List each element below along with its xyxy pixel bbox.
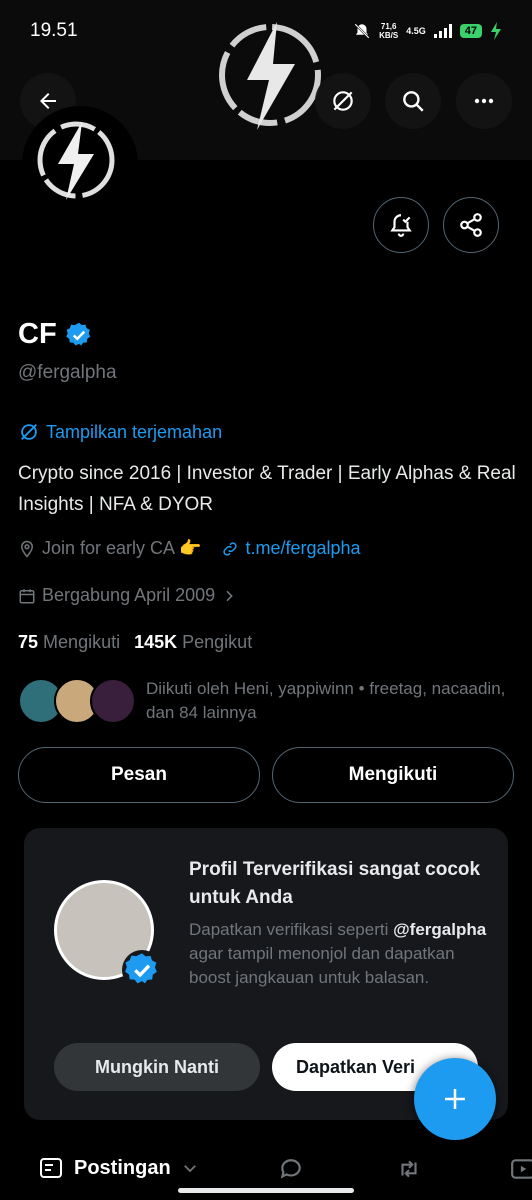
promo-title: Profil Terverifikasi sangat cocok untuk … (189, 859, 481, 908)
maybe-later-button[interactable]: Mungkin Nanti (54, 1043, 260, 1091)
home-indicator (178, 1188, 354, 1193)
following-button[interactable]: Mengikuti (272, 747, 514, 803)
profile-bio: Crypto since 2016 | Investor & Trader | … (18, 463, 516, 515)
verified-badge-icon[interactable] (65, 321, 93, 349)
display-name: CF (18, 318, 57, 350)
tab-posts[interactable]: Postingan (38, 1156, 199, 1180)
chevron-right-icon (226, 590, 233, 601)
location-text: Join for early CA 👉 (42, 538, 202, 558)
lightning-logo-avatar (26, 110, 126, 210)
tab-posts-label: Postingan (74, 1156, 171, 1179)
profile-avatar[interactable] (22, 106, 138, 222)
joined-text: Bergabung April 2009 (42, 585, 216, 605)
joined-date-row[interactable]: Bergabung April 2009 (18, 585, 237, 606)
status-bar: 19.51 71,6 KB/S 4.5G 47 (0, 0, 532, 62)
search-icon (403, 91, 424, 112)
charging-icon (491, 22, 501, 40)
search-button[interactable] (385, 73, 441, 129)
following-count-link[interactable]: 75 Mengikuti (18, 632, 120, 653)
message-button[interactable]: Pesan (18, 747, 260, 803)
promo-desc-suffix: agar tampil menonjol dan dapatkan boost … (189, 944, 455, 987)
followed-by-text: Diikuti oleh Heni, yappiwinn • freetag, … (146, 679, 506, 722)
promo-description: Dapatkan verifikasi seperti @fergalpha a… (189, 918, 489, 990)
translate-icon (21, 424, 37, 440)
translate-label: Tampilkan terjemahan (46, 421, 223, 442)
mute-bell-icon (354, 23, 370, 39)
website-link[interactable]: t.me/fergalpha (245, 538, 360, 559)
more-dots-icon (474, 98, 494, 104)
profile-meta-location: Join for early CA 👉 t.me/fergalpha (18, 538, 361, 559)
share-icon (460, 213, 482, 237)
followers-count-link[interactable]: 145K Pengikut (134, 632, 252, 653)
promo-desc-prefix: Dapatkan verifikasi seperti (189, 920, 389, 939)
profile-handle: @fergalpha (18, 362, 117, 383)
follow-counts: 75 Mengikuti 145K Pengikut (18, 632, 252, 653)
followed-by-avatars (18, 676, 136, 726)
share-profile-button[interactable] (443, 197, 499, 253)
following-label: Mengikuti (43, 632, 121, 652)
followed-by-row[interactable]: Diikuti oleh Heni, yappiwinn • freetag, … (18, 676, 506, 726)
reply-icon[interactable] (278, 1156, 304, 1182)
verified-badge-icon (122, 950, 162, 990)
following-count: 75 (18, 632, 39, 652)
translate-icon (333, 91, 353, 111)
chevron-down-icon (183, 1165, 196, 1173)
notification-subscribe-button[interactable] (373, 197, 429, 253)
bell-check-icon (390, 214, 412, 237)
calendar-icon (19, 588, 35, 603)
document-icon (40, 1158, 62, 1178)
signal-icon (433, 24, 452, 38)
compose-post-button[interactable] (414, 1058, 496, 1140)
status-icons: 71,6 KB/S 4.5G 47 (353, 22, 502, 40)
followers-label: Pengikut (182, 632, 253, 652)
location-pin-icon (20, 540, 34, 558)
plus-icon (445, 1089, 465, 1109)
status-time: 19.51 (30, 20, 78, 41)
promo-desc-handle: @fergalpha (393, 920, 487, 939)
repost-icon[interactable] (395, 1156, 423, 1182)
network-type: 4.5G (406, 26, 426, 36)
media-icon[interactable] (510, 1156, 532, 1182)
battery-indicator: 47 (459, 24, 482, 38)
link-icon (223, 541, 238, 556)
translate-toggle-button[interactable] (315, 73, 371, 129)
more-options-button[interactable] (456, 73, 512, 129)
followers-count: 145K (134, 632, 178, 652)
show-translation-link[interactable]: Tampilkan terjemahan (18, 421, 222, 443)
follower-avatar (90, 678, 136, 724)
network-speed: 71,6 KB/S (379, 22, 399, 40)
profile-name: CF (18, 318, 93, 351)
arrow-left-icon (40, 93, 56, 109)
